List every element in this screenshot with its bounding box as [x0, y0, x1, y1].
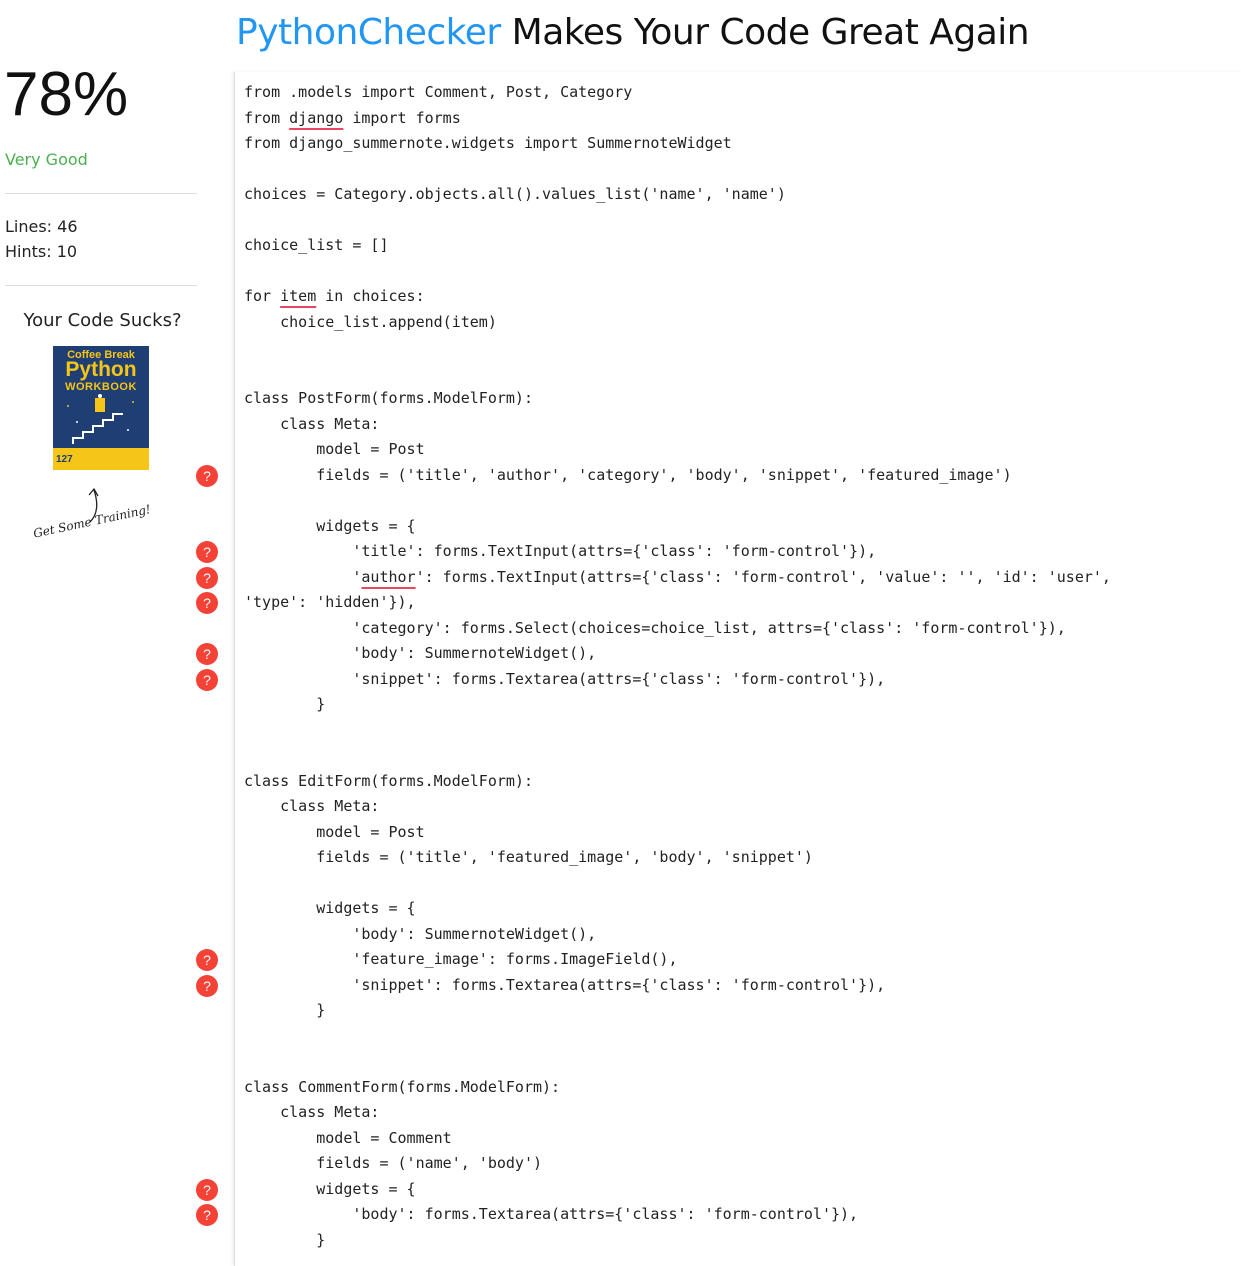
code-line: 'type': 'hidden'}),: [244, 593, 416, 611]
code-line: model = Post: [244, 822, 425, 841]
code-line: choice_list = []: [244, 236, 389, 254]
lines-count: Lines: 46: [5, 217, 78, 236]
score-rating: Very Good: [5, 150, 88, 169]
code-line: class CommentForm(forms.ModelForm):: [244, 1077, 561, 1096]
code-line: 'body': forms.Textarea(attrs={'class': '…: [244, 1205, 859, 1223]
hint-help-icon[interactable]: ?: [196, 643, 218, 665]
score-sidebar: 78% Very Good Lines: 46 Hints: 10 Your C…: [0, 0, 205, 1266]
code-line: 'body': SummernoteWidget(),: [244, 644, 597, 662]
code-line: widgets = {: [244, 1179, 416, 1198]
code-line: }: [244, 1001, 326, 1019]
code-line: from django import forms: [244, 108, 461, 127]
hint-help-icon[interactable]: ?: [196, 566, 218, 589]
title-tagline: Makes Your Code Great Again: [511, 12, 1030, 53]
hint-help-icon[interactable]: ?: [196, 464, 218, 487]
code-line: 'snippet': forms.Textarea(attrs={'class'…: [244, 975, 886, 994]
score-value: 78%: [4, 60, 129, 129]
code-line: class Meta:: [244, 1103, 380, 1121]
divider: [5, 193, 197, 194]
code-line: for item in choices:: [244, 287, 425, 305]
code-line: class PostForm(forms.ModelForm):: [244, 389, 533, 407]
code-line: from django_summernote.widgets import Su…: [244, 134, 732, 152]
code-line: 'title': forms.TextInput(attrs={'class':…: [244, 542, 877, 560]
brand-name: PythonChecker: [236, 12, 501, 53]
hint-help-icon[interactable]: ?: [196, 541, 218, 563]
code-line: class Meta:: [244, 797, 380, 815]
promo-heading: Your Code Sucks?: [23, 310, 182, 331]
lint-underline[interactable]: django: [289, 109, 343, 127]
book-puzzle-count: 127: [56, 454, 73, 465]
code-line: fields = ('title', 'author', 'category',…: [244, 465, 1012, 484]
code-line: choices = Category.objects.all().values_…: [244, 185, 786, 203]
code-editor[interactable]: from .models import Comment, Post, Categ…: [234, 72, 1241, 1266]
hint-help-icon[interactable]: ?: [196, 1204, 218, 1226]
code-line: model = Post: [244, 440, 425, 458]
hints-count: Hints: 10: [5, 242, 78, 261]
code-line: 'author': forms.TextInput(attrs={'class'…: [244, 567, 1111, 586]
lint-underline[interactable]: item: [280, 287, 316, 305]
code-line: class EditForm(forms.ModelForm):: [244, 771, 533, 790]
code-line: 'snippet': forms.Textarea(attrs={'class'…: [244, 669, 886, 688]
workbook-cover-link[interactable]: Coffee Break Python WORKBOOK 127: [53, 346, 149, 470]
code-line: 'feature_image': forms.ImageField(),: [244, 950, 678, 968]
code-line: fields = ('title', 'featured_image', 'bo…: [244, 848, 813, 866]
book-title-line3: WORKBOOK: [65, 381, 137, 393]
hint-help-icon[interactable]: ?: [196, 668, 218, 691]
code-line: widgets = {: [244, 899, 416, 917]
hint-help-icon[interactable]: ?: [196, 1178, 218, 1201]
book-title-line2: Python: [65, 358, 137, 381]
code-line: choice_list.append(item): [244, 312, 497, 331]
hint-help-icon[interactable]: ?: [196, 949, 218, 971]
code-line: model = Comment: [244, 1128, 452, 1147]
code-line: class Meta:: [244, 414, 380, 433]
hint-help-icon[interactable]: ?: [196, 974, 218, 997]
code-line: from .models import Comment, Post, Categ…: [244, 83, 633, 101]
hint-help-icon[interactable]: ?: [196, 592, 218, 614]
lint-underline[interactable]: author: [361, 568, 415, 586]
code-line: 'category': forms.Select(choices=choice_…: [244, 618, 1066, 637]
page-title: PythonChecker Makes Your Code Great Agai…: [236, 12, 1030, 53]
code-line: widgets = {: [244, 516, 416, 535]
divider: [5, 285, 197, 286]
code-listing: from .models import Comment, Post, Categ…: [244, 80, 1111, 1253]
code-line: 'body': SummernoteWidget(),: [244, 924, 597, 943]
stairs-illustration-icon: [67, 394, 134, 444]
code-line: }: [244, 1230, 326, 1249]
code-line: fields = ('name', 'body'): [244, 1154, 543, 1172]
code-line: }: [244, 695, 326, 713]
